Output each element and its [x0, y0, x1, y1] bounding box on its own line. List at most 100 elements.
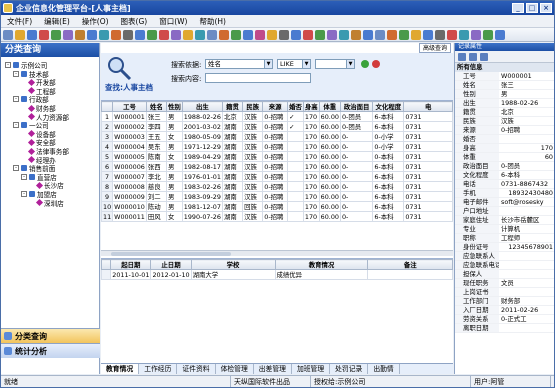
- menu-help[interactable]: 帮助(H): [193, 16, 232, 27]
- property-row[interactable]: 应急联系人: [455, 252, 554, 261]
- column-header[interactable]: 起日期: [110, 259, 152, 270]
- table-cell[interactable]: 0731: [403, 131, 453, 142]
- table-cell[interactable]: 1990-07-26: [181, 211, 223, 222]
- table-cell[interactable]: 汉族: [242, 181, 264, 192]
- property-value[interactable]: W000001: [499, 72, 554, 80]
- table-cell[interactable]: 60.00: [318, 201, 341, 212]
- table-cell[interactable]: 60.00: [318, 181, 341, 192]
- table-cell[interactable]: 湖南: [221, 151, 244, 162]
- save-icon[interactable]: [480, 52, 488, 61]
- table-cell[interactable]: 0-: [339, 151, 374, 162]
- toolbar-button-23[interactable]: [267, 29, 277, 40]
- table-row[interactable]: 2011-10-01 2012-01-10 湖南大学 成绩优异: [100, 269, 453, 280]
- toolbar-button-16[interactable]: [183, 29, 193, 40]
- table-cell[interactable]: 170: [302, 121, 320, 132]
- column-header[interactable]: 文化程度: [372, 101, 405, 112]
- property-row[interactable]: 身份证号 12345678901: [455, 243, 554, 252]
- table-cell[interactable]: 慈良: [145, 181, 168, 192]
- table-cell[interactable]: 湖南: [221, 171, 244, 182]
- property-row[interactable]: 专业 计算机: [455, 225, 554, 234]
- column-header[interactable]: 止日期: [150, 259, 192, 270]
- table-cell[interactable]: 湖南: [221, 121, 244, 132]
- property-value[interactable]: 财务部: [499, 297, 554, 305]
- table-cell[interactable]: [287, 211, 304, 222]
- property-row[interactable]: 上岗证书: [455, 288, 554, 297]
- property-row[interactable]: 手机 18932430480: [455, 189, 554, 198]
- toolbar-button-35[interactable]: [411, 29, 421, 40]
- property-row[interactable]: 应急联系电话: [455, 261, 554, 270]
- toolbar-button-18[interactable]: [207, 29, 217, 40]
- advanced-query-tab[interactable]: 高级查询: [418, 43, 451, 53]
- expand-icon[interactable]: -: [13, 96, 19, 103]
- toolbar-button-26[interactable]: [303, 29, 313, 40]
- column-header[interactable]: 政治面目: [339, 101, 374, 112]
- table-cell[interactable]: 0-招聘: [262, 121, 289, 132]
- menu-window[interactable]: 窗口(W): [153, 16, 193, 27]
- toolbar-button-38[interactable]: [447, 29, 457, 40]
- toolbar-button-6[interactable]: [63, 29, 73, 40]
- table-cell[interactable]: 男: [166, 141, 183, 152]
- table-cell[interactable]: 60.00: [318, 171, 341, 182]
- table-cell[interactable]: 湖南: [221, 141, 244, 152]
- table-cell[interactable]: 湖南: [221, 161, 244, 172]
- property-value[interactable]: 文员: [499, 279, 554, 287]
- toolbar-button-32[interactable]: [375, 29, 385, 40]
- table-cell[interactable]: 陈南: [145, 151, 168, 162]
- table-cell[interactable]: 0-: [339, 171, 374, 182]
- property-value[interactable]: [499, 261, 554, 269]
- property-row[interactable]: 政治面目 0-团员: [455, 162, 554, 171]
- table-cell[interactable]: 0731: [403, 121, 453, 132]
- toolbar-button-17[interactable]: [195, 29, 205, 40]
- table-cell[interactable]: 陈动: [145, 201, 168, 212]
- toolbar-button-37[interactable]: [435, 29, 445, 40]
- table-cell[interactable]: 汉族: [242, 171, 264, 182]
- table-cell[interactable]: 170: [302, 111, 320, 122]
- property-row[interactable]: 体重 60: [455, 153, 554, 162]
- table-cell[interactable]: 0-招聘: [262, 161, 289, 172]
- menu-edit[interactable]: 编辑(E): [38, 16, 76, 27]
- toolbar-button-13[interactable]: [147, 29, 157, 40]
- toolbar-button-12[interactable]: [135, 29, 145, 40]
- property-row[interactable]: 家庭住址 长沙市岳麓区: [455, 216, 554, 225]
- toolbar-button-25[interactable]: [291, 29, 301, 40]
- table-row[interactable]: 1 W000001 张三男 1988-02-26 北京 汉族 0-招聘 ✓ 170 60.00 0-…: [101, 111, 453, 122]
- table-row[interactable]: 6 W000006 张西男 1982-08-17 湖南 汉族 0-招聘 170 60.00 0- 6…: [101, 161, 453, 172]
- property-row[interactable]: 婚否: [455, 135, 554, 144]
- toolbar-button-40[interactable]: [471, 29, 481, 40]
- table-cell[interactable]: 女: [166, 131, 183, 142]
- table-cell[interactable]: 0-: [339, 141, 374, 152]
- tab-6[interactable]: 加班管理: [292, 364, 331, 374]
- column-header[interactable]: 备注: [367, 259, 453, 270]
- property-value[interactable]: 张三: [499, 81, 554, 89]
- property-value[interactable]: [499, 252, 554, 260]
- table-cell[interactable]: 女: [166, 151, 183, 162]
- column-header[interactable]: 体重: [318, 101, 341, 112]
- column-header[interactable]: 电: [403, 101, 453, 112]
- table-cell[interactable]: 60.00: [318, 111, 341, 122]
- table-cell[interactable]: 汉族: [242, 141, 264, 152]
- table-cell[interactable]: 汉族: [242, 191, 264, 202]
- toolbar-button-28[interactable]: [327, 29, 337, 40]
- toolbar-button-9[interactable]: [99, 29, 109, 40]
- property-row[interactable]: 电话 0731-8867432: [455, 180, 554, 189]
- table-cell[interactable]: 北京: [221, 111, 244, 122]
- table-cell[interactable]: 汉族: [242, 211, 264, 222]
- property-row[interactable]: 离职日期: [455, 324, 554, 333]
- table-cell[interactable]: W000003: [112, 131, 147, 142]
- column-header[interactable]: 出生: [181, 101, 223, 112]
- table-cell[interactable]: 170: [302, 131, 320, 142]
- column-header[interactable]: 来源: [262, 101, 289, 112]
- property-value[interactable]: 北京: [499, 108, 554, 116]
- tab-8[interactable]: 出勤情: [368, 364, 400, 374]
- table-cell[interactable]: 170: [302, 141, 320, 152]
- table-row[interactable]: 3 W000003 王五女 1980-05-09 湖南 汉族 0-招聘 170 60.00 0- 0…: [101, 131, 453, 142]
- column-header[interactable]: 籍贯: [221, 101, 244, 112]
- toolbar-button-29[interactable]: [339, 29, 349, 40]
- tree-node[interactable]: 深圳店: [29, 198, 64, 208]
- table-cell[interactable]: 0-小学: [372, 141, 405, 152]
- table-cell[interactable]: 170: [302, 211, 320, 222]
- table-cell[interactable]: [287, 141, 304, 152]
- table-cell[interactable]: W000011: [112, 211, 147, 222]
- table-cell[interactable]: 60.00: [318, 211, 341, 222]
- property-value[interactable]: 男: [499, 90, 554, 98]
